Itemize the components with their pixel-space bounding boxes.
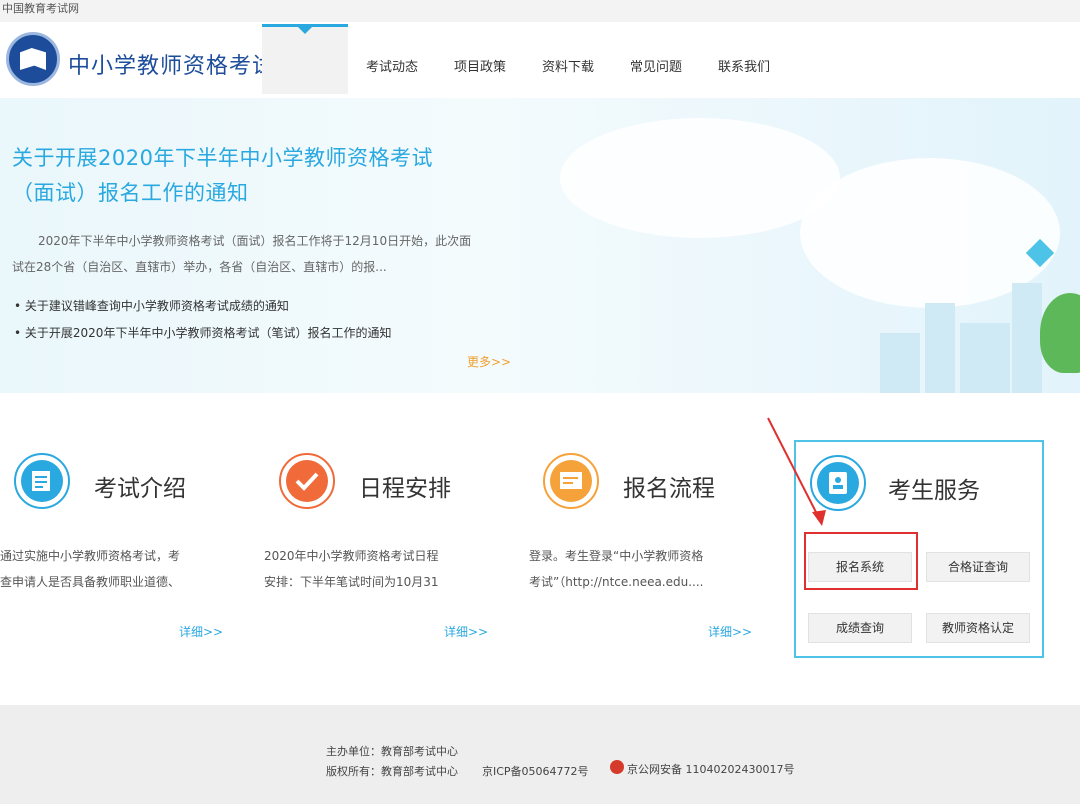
news-headline-line1[interactable]: 关于开展2020年下半年中小学教师资格考试 xyxy=(12,142,433,172)
document-icon xyxy=(14,453,70,509)
service-title[interactable]: 考试介绍 xyxy=(94,469,186,503)
service-desc-line2: 考试”（http://ntce.neea.edu.... xyxy=(529,575,704,589)
police-badge-icon xyxy=(610,760,624,774)
service-desc-line2: 查申请人是否具备教师职业道德、 xyxy=(0,575,181,589)
annotation-arrow-icon xyxy=(767,417,826,526)
form-icon xyxy=(543,453,599,509)
news-more-link[interactable]: 更多>> xyxy=(467,353,511,370)
footer-organizer: 主办单位：教育部考试中心 xyxy=(326,745,458,758)
panel-title: 考生服务 xyxy=(888,478,980,504)
city-decoration xyxy=(960,323,1010,393)
cloud-decoration xyxy=(560,118,840,238)
footer-icp[interactable]: 京ICP备05064772号 xyxy=(482,763,589,779)
teacher-certification-button[interactable]: 教师资格认定 xyxy=(926,613,1030,643)
service-desc-line2: 安排：下半年笔试时间为10月31 xyxy=(264,575,439,589)
nav-downloads[interactable]: 资料下载 xyxy=(542,56,594,75)
city-decoration xyxy=(925,303,955,393)
news-link-1-text[interactable]: 关于建议错峰查询中小学教师资格考试成绩的通知 xyxy=(25,299,289,313)
nav-faq[interactable]: 常见问题 xyxy=(630,56,682,75)
nav-home-tab[interactable] xyxy=(262,24,348,94)
logo-icon[interactable] xyxy=(6,32,60,86)
city-decoration xyxy=(880,333,920,393)
browser-title: 中国教育考试网 xyxy=(0,0,1080,22)
certificate-query-button[interactable]: 合格证查询 xyxy=(926,552,1030,582)
site-header: 中小学教师资格考试 考试动态 项目政策 资料下载 常见问题 联系我们 xyxy=(0,22,1080,98)
service-title[interactable]: 报名流程 xyxy=(623,469,715,503)
news-link-2-text[interactable]: 关于开展2020年下半年中小学教师资格考试（笔试）报名工作的通知 xyxy=(25,326,392,340)
tree-decoration xyxy=(1040,293,1080,373)
service-desc-line1: 通过实施中小学教师资格考试，考 xyxy=(0,549,181,563)
service-desc-line1: 2020年中小学教师资格考试日程 xyxy=(264,549,439,563)
nav-policy[interactable]: 项目政策 xyxy=(454,56,506,75)
city-decoration xyxy=(1012,283,1042,393)
news-headline-line2[interactable]: （面试）报名工作的通知 xyxy=(12,177,249,207)
service-more-link[interactable]: 详细>> xyxy=(444,623,488,640)
nav-contact[interactable]: 联系我们 xyxy=(718,56,770,75)
news-banner: 关于开展2020年下半年中小学教师资格考试 （面试）报名工作的通知 2020年下… xyxy=(0,98,1080,393)
news-summary-line2: 试在28个省（自治区、直辖市）举办，各省（自治区、直辖市）的报... xyxy=(12,260,387,274)
news-summary-line1: 2020年下半年中小学教师资格考试（面试）报名工作将于12月10日开始，此次面 xyxy=(38,234,472,248)
service-more-link[interactable]: 详细>> xyxy=(179,623,223,640)
service-title[interactable]: 日程安排 xyxy=(359,469,451,503)
news-link-2[interactable]: • 关于开展2020年下半年中小学教师资格考试（笔试）报名工作的通知 xyxy=(14,324,391,341)
checkmark-icon xyxy=(279,453,335,509)
score-query-button[interactable]: 成绩查询 xyxy=(808,613,912,643)
footer-copyright: 版权所有：教育部考试中心 xyxy=(326,765,458,778)
nav-exam-news[interactable]: 考试动态 xyxy=(366,56,418,75)
footer-police-record[interactable]: 京公网安备 11040202430017号 xyxy=(627,761,794,777)
service-more-link[interactable]: 详细>> xyxy=(708,623,752,640)
services-section: 考试介绍 通过实施中小学教师资格考试，考 查申请人是否具备教师职业道德、 详细>… xyxy=(0,393,1080,705)
site-title[interactable]: 中小学教师资格考试 xyxy=(68,48,275,80)
annotation-highlight-box xyxy=(804,532,918,590)
site-footer: 主办单位：教育部考试中心 版权所有：教育部考试中心 京ICP备05064772号… xyxy=(0,705,1080,804)
news-link-1[interactable]: • 关于建议错峰查询中小学教师资格考试成绩的通知 xyxy=(14,297,289,314)
service-desc-line1: 登录。考生登录“中小学教师资格 xyxy=(529,549,704,563)
